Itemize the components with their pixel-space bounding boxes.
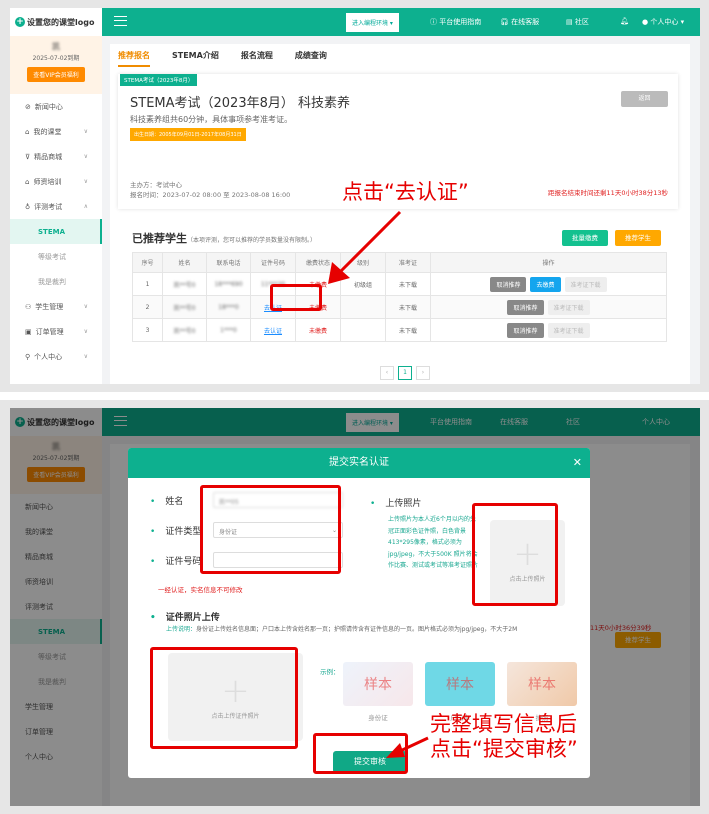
arrow-icon: [328, 210, 402, 284]
tutorial-step-2: + 设置您的课堂logo 凯 2025-07-02到期 查看VIP会员福利 新闻中…: [0, 400, 709, 814]
tutorial-step-1: + 设置您的课堂logo 凯 2025-07-02到期 查看VIP会员福利 ⊘ 新闻…: [0, 0, 709, 392]
arrow-icon: [386, 736, 429, 758]
